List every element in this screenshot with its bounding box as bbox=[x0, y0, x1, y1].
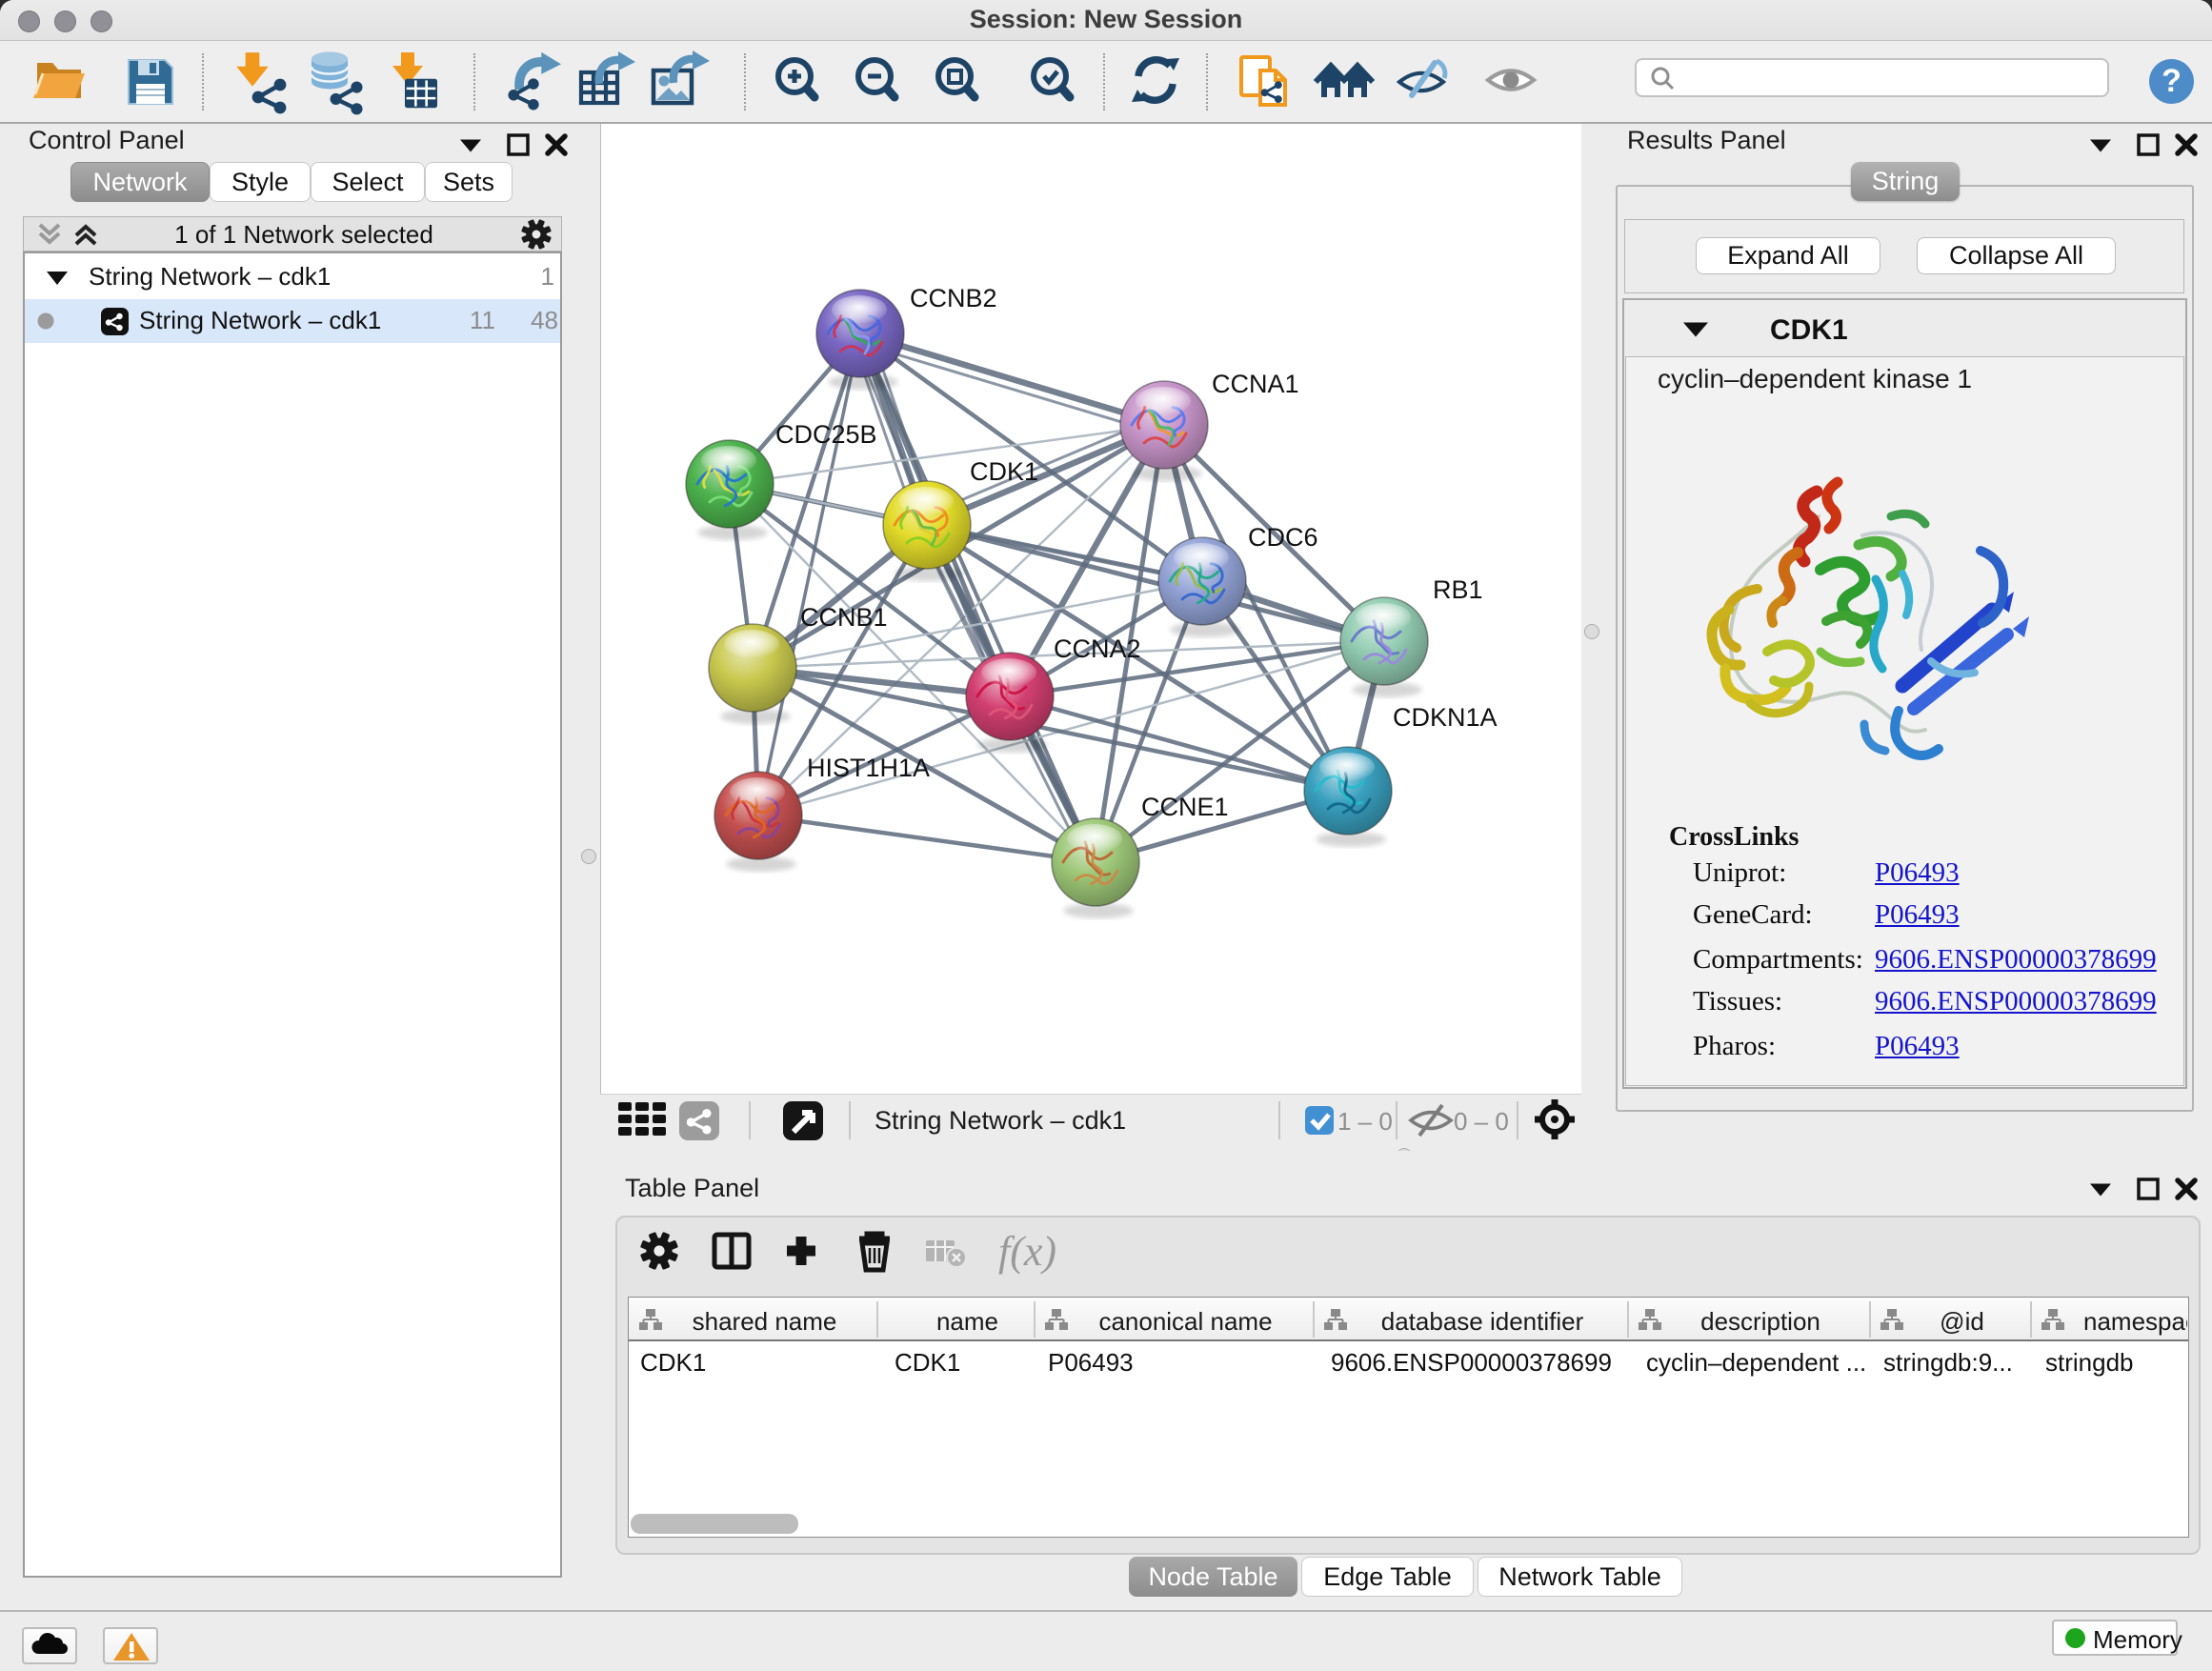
svg-text:CDKN1A: CDKN1A bbox=[1393, 703, 1498, 732]
svg-text:CCNB1: CCNB1 bbox=[800, 603, 888, 632]
svg-text:CDC6: CDC6 bbox=[1248, 523, 1318, 552]
svg-text:HIST1H1A: HIST1H1A bbox=[807, 754, 930, 782]
svg-text:CCNB2: CCNB2 bbox=[910, 284, 997, 312]
svg-text:CDK1: CDK1 bbox=[970, 457, 1038, 486]
svg-text:CCNA2: CCNA2 bbox=[1054, 634, 1141, 663]
svg-text:CCNA1: CCNA1 bbox=[1212, 370, 1299, 398]
svg-text:RB1: RB1 bbox=[1433, 575, 1483, 604]
svg-text:CCNE1: CCNE1 bbox=[1141, 793, 1229, 821]
svg-text:CDC25B: CDC25B bbox=[775, 420, 877, 449]
svg-text:f(x): f(x) bbox=[998, 1228, 1056, 1275]
